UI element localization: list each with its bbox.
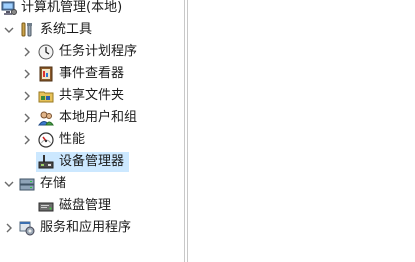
clock-icon [38,44,54,60]
chevron-right-icon[interactable] [22,47,32,57]
tree-item-label: 系统工具 [40,22,93,37]
tree-item-device-manager[interactable]: 设备管理器 [0,151,183,173]
chevron-right-icon[interactable] [22,91,32,101]
tree-item-label: 本地用户和组 [59,110,138,125]
tree-item-label: 设备管理器 [59,154,125,169]
chevron-down-icon[interactable] [4,25,14,35]
tree-item-local-users-groups[interactable]: 本地用户和组 [0,107,183,129]
tree-item-label: 存储 [40,176,67,191]
pane-divider-left [184,0,185,262]
chevron-right-icon[interactable] [22,113,32,123]
storage-icon [19,176,35,192]
tree-item-label: 性能 [59,132,86,147]
shared-folder-icon [38,88,54,104]
tree-item-disk-management[interactable]: 磁盘管理 [0,195,183,217]
chevron-right-icon[interactable] [4,223,14,233]
tree-item-root[interactable]: 计算机管理(本地) [0,0,183,19]
disk-icon [38,198,54,214]
tree-item-performance[interactable]: 性能 [0,129,183,151]
tree-item-event-viewer[interactable]: 事件查看器 [0,63,183,85]
services-icon [19,220,35,236]
tree-item-task-scheduler[interactable]: 任务计划程序 [0,41,183,63]
tree-item-storage[interactable]: 存储 [0,173,183,195]
tree-item-label: 共享文件夹 [59,88,125,103]
tree-item-label: 计算机管理(本地) [21,0,123,15]
computer-management-icon [1,0,17,16]
details-pane [188,0,415,262]
tree-item-shared-folders[interactable]: 共享文件夹 [0,85,183,107]
tree-item-label: 事件查看器 [59,66,125,81]
chevron-down-icon[interactable] [4,179,14,189]
tools-icon [19,22,35,38]
tree-item-system-tools[interactable]: 系统工具 [0,19,183,41]
performance-icon [38,132,54,148]
tree-item-label: 磁盘管理 [59,198,112,213]
tree-item-label: 服务和应用程序 [40,220,132,235]
tree-item-services-applications[interactable]: 服务和应用程序 [0,217,183,239]
navigation-tree: 计算机管理(本地) 系统工具 任务计划程序 事件查看器 共享文件夹 本地用户和组… [0,0,183,262]
device-manager-icon [38,154,54,170]
chevron-right-icon[interactable] [22,69,32,79]
users-icon [38,110,54,126]
chevron-right-icon[interactable] [22,135,32,145]
tree-item-label: 任务计划程序 [59,44,138,59]
event-viewer-icon [38,66,54,82]
